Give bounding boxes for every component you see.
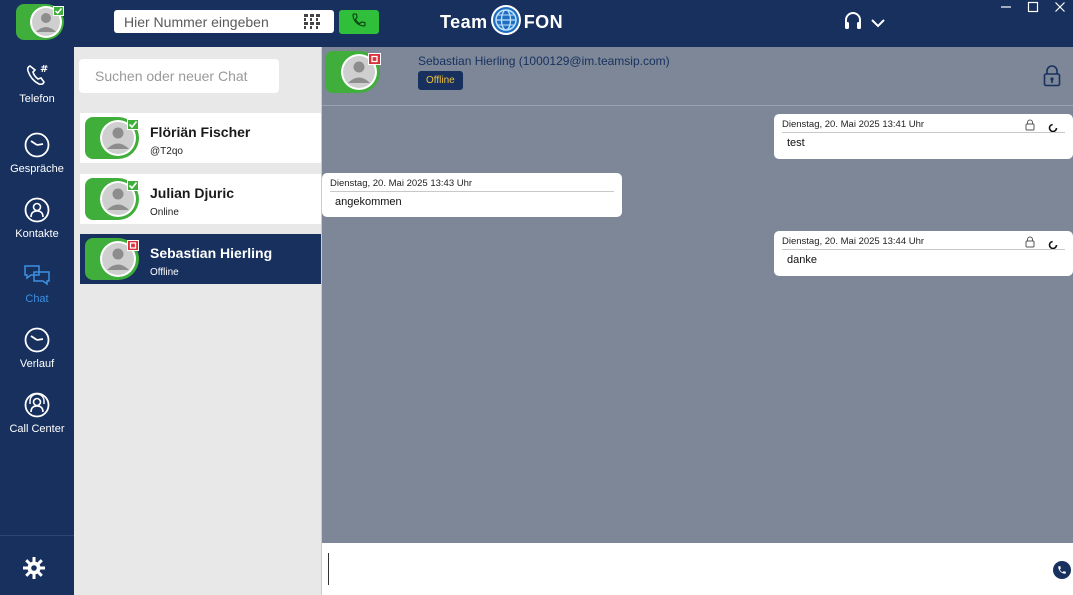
message-bubble-incoming: Dienstag, 20. Mai 2025 13:43 Uhr angekom… bbox=[322, 173, 622, 217]
dial-number-field[interactable] bbox=[114, 10, 334, 33]
message-separator bbox=[782, 249, 1065, 250]
message-bubble-outgoing: Dienstag, 20. Mai 2025 13:44 Uhr danke bbox=[774, 231, 1073, 276]
contact-name: Julian Djuric bbox=[150, 185, 235, 201]
contacts-icon bbox=[23, 194, 51, 226]
message-timestamp: Dienstag, 20. Mai 2025 13:41 Uhr bbox=[782, 119, 925, 130]
maximize-button[interactable] bbox=[1024, 0, 1042, 14]
teamfon-logo: Team FON bbox=[440, 4, 563, 40]
contact-name: Sebastian Hierling bbox=[150, 245, 273, 261]
globe-icon bbox=[490, 4, 522, 41]
message-timestamp: Dienstag, 20. Mai 2025 13:43 Uhr bbox=[330, 178, 473, 189]
nav-label: Telefon bbox=[19, 93, 55, 105]
nav-divider bbox=[0, 535, 74, 536]
chat-header: Sebastian Hierling (1000129@im.teamsip.c… bbox=[322, 47, 1073, 106]
sending-status-icon bbox=[1048, 237, 1058, 255]
contact-avatar bbox=[325, 51, 383, 98]
message-separator bbox=[330, 191, 614, 192]
phone-icon bbox=[351, 12, 367, 33]
phone-hash-icon: # bbox=[25, 59, 49, 91]
message-timestamp: Dienstag, 20. Mai 2025 13:44 Uhr bbox=[782, 236, 925, 247]
chat-bubbles-icon bbox=[23, 259, 51, 291]
svg-text:#: # bbox=[40, 64, 48, 75]
chat-list-item[interactable]: Flöriän Fischer @T2qo bbox=[80, 113, 321, 163]
message-text: angekommen bbox=[335, 196, 402, 208]
chat-search-input[interactable] bbox=[95, 68, 275, 84]
call-center-icon bbox=[23, 389, 51, 421]
message-composer bbox=[322, 543, 1073, 595]
nav-item-gespraeche[interactable]: Gespräche bbox=[0, 129, 74, 189]
gear-icon[interactable] bbox=[22, 556, 46, 585]
sending-status-icon bbox=[1048, 120, 1058, 138]
contact-avatar bbox=[85, 238, 139, 285]
nav-label: Gespräche bbox=[10, 163, 64, 175]
dial-number-input[interactable] bbox=[124, 13, 294, 30]
chat-list-item-selected[interactable]: Sebastian Hierling Offline bbox=[80, 234, 321, 284]
message-input[interactable] bbox=[328, 553, 1028, 585]
nav-item-call-center[interactable]: Call Center bbox=[0, 389, 74, 449]
contact-status: Online bbox=[150, 207, 179, 218]
close-button[interactable] bbox=[1051, 0, 1069, 14]
chat-partner-name: Sebastian Hierling (1000129@im.teamsip.c… bbox=[418, 54, 670, 68]
nav-label: Chat bbox=[25, 293, 49, 305]
chat-conversation-pane: Sebastian Hierling (1000129@im.teamsip.c… bbox=[322, 47, 1073, 595]
call-contact-button[interactable] bbox=[1053, 561, 1071, 579]
contact-name: Flöriän Fischer bbox=[150, 124, 251, 140]
top-bar: Team FON bbox=[0, 0, 1073, 47]
message-text: test bbox=[787, 137, 805, 149]
contact-status: Offline bbox=[150, 267, 179, 278]
keypad-icon[interactable] bbox=[304, 14, 322, 34]
headset-selector[interactable] bbox=[843, 11, 885, 36]
lock-icon[interactable] bbox=[1043, 65, 1061, 92]
clock-icon bbox=[23, 129, 51, 161]
status-badge: Offline bbox=[418, 71, 463, 90]
message-separator bbox=[782, 132, 1065, 133]
nav-item-kontakte[interactable]: Kontakte bbox=[0, 194, 74, 254]
logo-text-team: Team bbox=[440, 11, 488, 32]
nav-item-verlauf[interactable]: Verlauf bbox=[0, 324, 74, 384]
teamfon-app: Team FON bbox=[0, 0, 1073, 595]
lock-icon bbox=[1025, 118, 1035, 136]
my-avatar[interactable] bbox=[16, 4, 64, 45]
contact-avatar bbox=[85, 117, 139, 164]
history-icon bbox=[23, 324, 51, 356]
contact-avatar bbox=[85, 178, 139, 225]
message-text: danke bbox=[787, 254, 817, 266]
nav-label: Call Center bbox=[9, 423, 65, 435]
chat-list-panel: Flöriän Fischer @T2qo Julian Djuric Onli… bbox=[74, 47, 321, 595]
lock-icon bbox=[1025, 235, 1035, 253]
main-navigation: # Telefon Gespräche Kontakte Chat Verlau… bbox=[0, 47, 74, 595]
chevron-down-icon bbox=[871, 15, 885, 33]
nav-label: Verlauf bbox=[19, 358, 55, 370]
logo-text-fon: FON bbox=[523, 11, 564, 32]
contact-status: @T2qo bbox=[150, 146, 183, 157]
headset-icon bbox=[843, 11, 863, 36]
nav-label: Kontakte bbox=[15, 228, 59, 240]
message-bubble-outgoing: Dienstag, 20. Mai 2025 13:41 Uhr test bbox=[774, 114, 1073, 159]
minimize-button[interactable] bbox=[997, 0, 1015, 14]
call-button[interactable] bbox=[339, 10, 379, 34]
chat-list-item[interactable]: Julian Djuric Online bbox=[80, 174, 321, 224]
nav-item-telefon[interactable]: # Telefon bbox=[0, 59, 74, 119]
nav-item-chat[interactable]: Chat bbox=[0, 259, 74, 319]
chat-search-field[interactable] bbox=[79, 59, 279, 93]
